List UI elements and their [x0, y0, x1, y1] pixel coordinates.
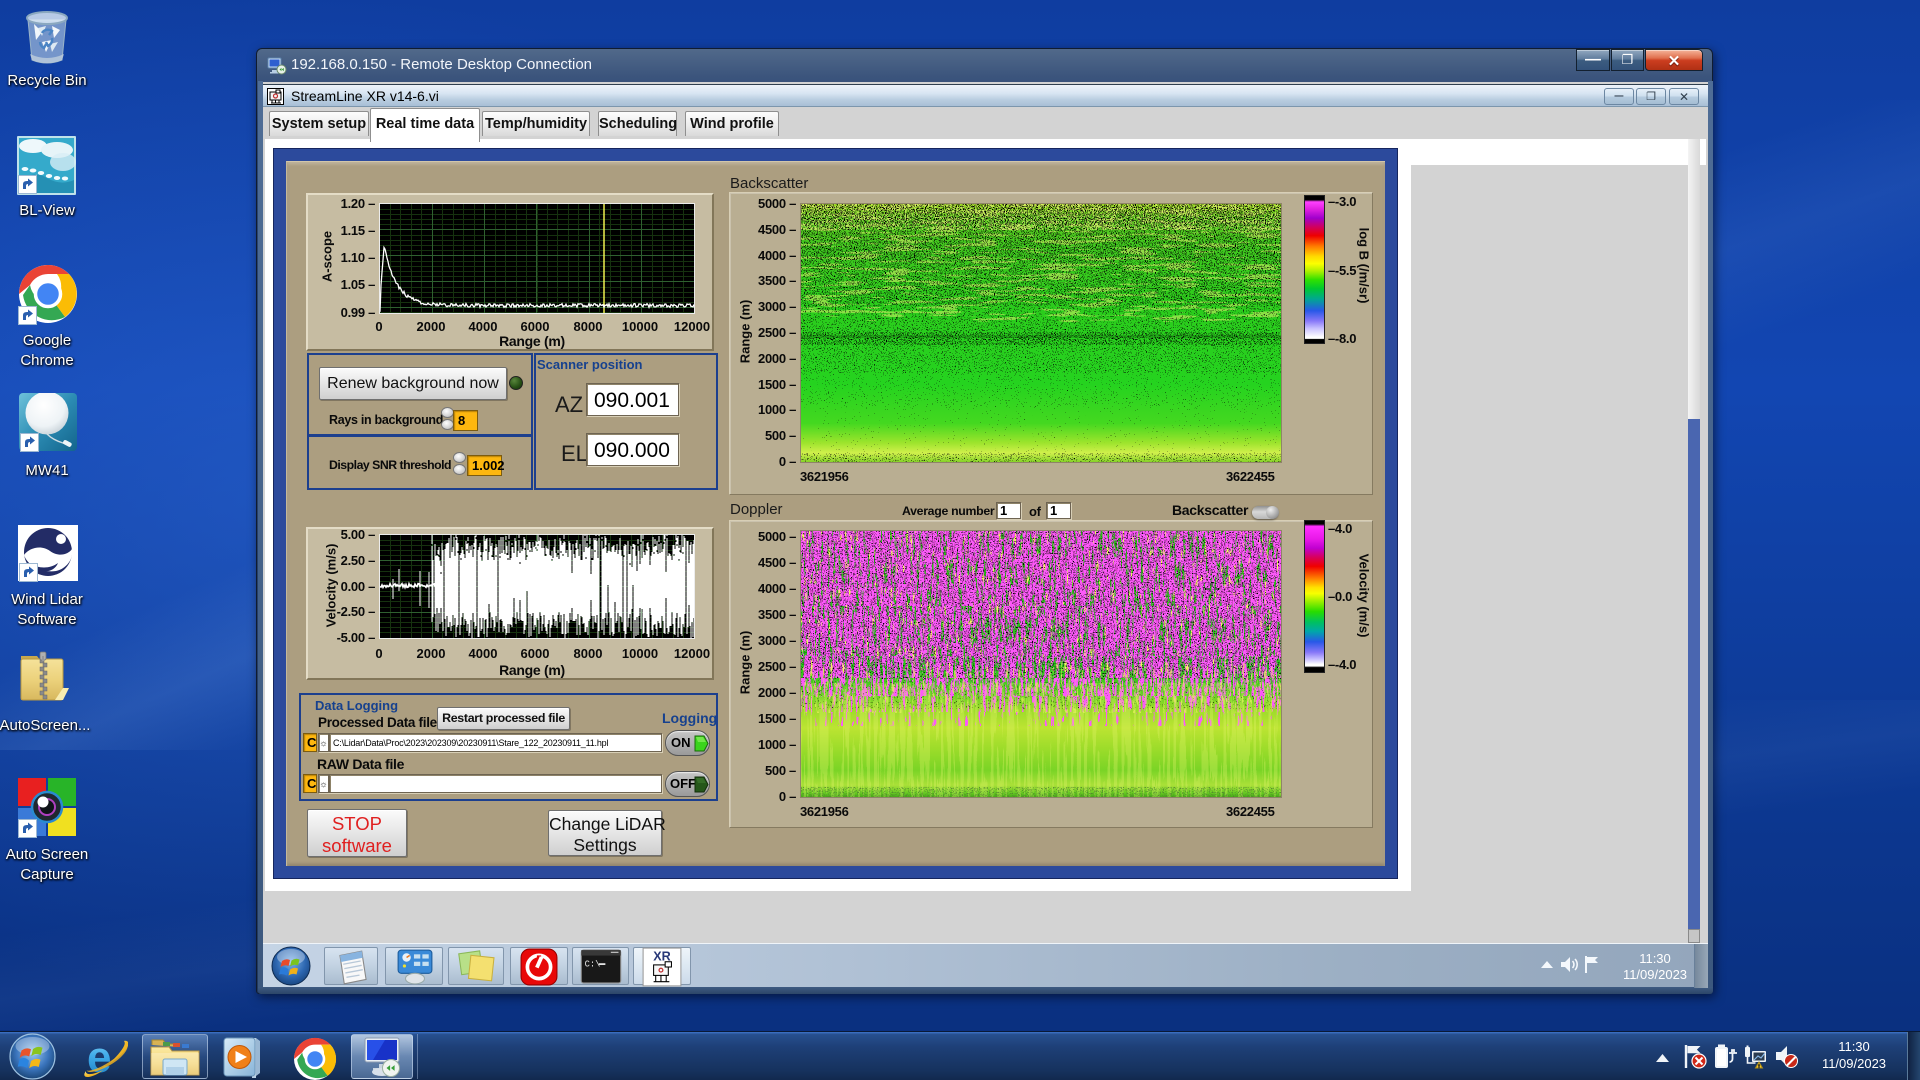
- svg-text:C:\: C:\: [585, 960, 601, 970]
